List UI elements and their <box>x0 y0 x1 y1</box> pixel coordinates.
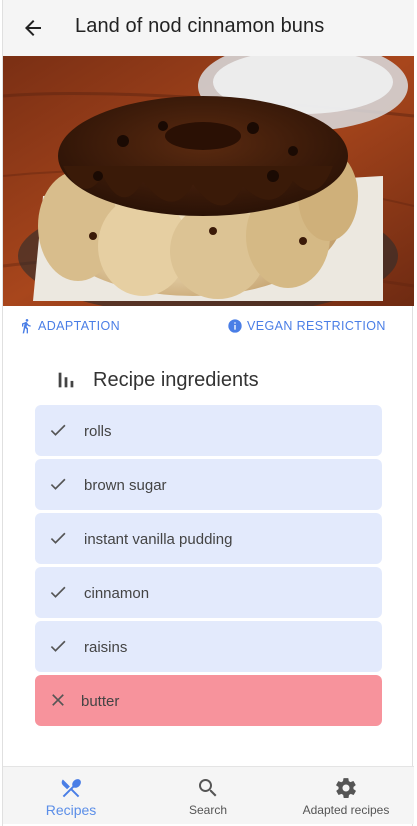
nav-search-label: Search <box>188 803 228 817</box>
ingredients-header: Recipe ingredients <box>55 366 259 394</box>
bottom-navigation: Recipes Search Adapted recipes <box>3 766 414 824</box>
nav-adapted-recipes-label: Adapted recipes <box>302 803 390 817</box>
walking-person-icon <box>22 319 31 334</box>
vegan-restriction-chip-label: VEGAN RESTRICTION <box>247 319 386 333</box>
adaptation-chip-label: ADAPTATION <box>38 319 121 333</box>
check-icon <box>50 586 66 598</box>
page-title: Land of nod cinnamon buns <box>75 15 325 37</box>
nav-recipes[interactable]: Recipes <box>33 767 109 825</box>
ingredient-label: cinnamon <box>84 585 150 602</box>
back-button[interactable] <box>21 16 45 40</box>
ingredient-label: brown sugar <box>84 477 167 494</box>
check-icon <box>50 532 66 544</box>
ingredient-label: rolls <box>84 423 112 440</box>
restriction-chips: ADAPTATION VEGAN RESTRICTION <box>3 318 414 340</box>
ingredient-item[interactable]: rolls <box>35 405 382 456</box>
ingredient-label: instant vanilla pudding <box>84 531 233 548</box>
nav-adapted-recipes[interactable]: Adapted recipes <box>289 767 403 825</box>
ingredient-item-restricted[interactable]: butter <box>35 675 382 726</box>
arrow-back-icon <box>25 20 41 36</box>
recipe-hero-image <box>3 56 414 306</box>
check-icon <box>50 640 66 652</box>
ingredient-label: butter <box>81 693 120 710</box>
ingredient-item[interactable]: raisins <box>35 621 382 672</box>
ingredient-item[interactable]: brown sugar <box>35 459 382 510</box>
ingredient-item[interactable]: instant vanilla pudding <box>35 513 382 564</box>
vegan-restriction-chip[interactable]: VEGAN RESTRICTION <box>227 318 386 334</box>
utensils-icon <box>61 779 81 798</box>
check-icon <box>50 424 66 436</box>
search-icon <box>199 779 217 797</box>
app-bar: Land of nod cinnamon buns <box>3 0 414 56</box>
adaptation-chip[interactable]: ADAPTATION <box>18 318 120 334</box>
ingredient-item[interactable]: cinnamon <box>35 567 382 618</box>
close-icon <box>52 694 64 706</box>
ingredient-label: raisins <box>84 639 128 656</box>
bar-chart-icon <box>58 372 74 388</box>
app-frame: Land of nod cinnamon buns ADAPTATION VEG… <box>2 0 414 826</box>
ingredient-list: rolls brown sugar instant vanilla puddin… <box>35 405 382 729</box>
nav-search[interactable]: Search <box>175 767 241 825</box>
ingredients-title: Recipe ingredients <box>93 368 259 391</box>
nav-recipes-label: Recipes <box>45 802 97 818</box>
check-icon <box>50 478 66 490</box>
gear-icon <box>336 778 356 798</box>
info-icon <box>228 319 242 333</box>
